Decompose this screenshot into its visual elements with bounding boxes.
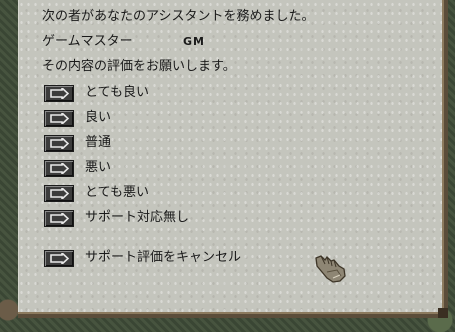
cancel-rating-button[interactable]: サポート評価をキャンセル <box>44 249 241 267</box>
option-label: 悪い <box>85 160 112 175</box>
arrow-right-icon[interactable] <box>44 184 74 202</box>
assistant-name: GM <box>183 35 205 48</box>
option-no-support[interactable]: サポート対応無し <box>44 209 189 227</box>
arrow-right-icon[interactable] <box>44 109 74 127</box>
arrow-right-icon[interactable] <box>44 159 74 177</box>
arrow-right-icon[interactable] <box>44 84 74 102</box>
arrow-right-icon[interactable] <box>44 209 74 227</box>
option-label: とても良い <box>85 85 149 100</box>
option-very-good[interactable]: とても良い <box>44 84 149 102</box>
cancel-label: サポート評価をキャンセル <box>85 250 242 265</box>
option-normal[interactable]: 普通 <box>44 134 111 152</box>
option-bad[interactable]: 悪い <box>44 159 111 177</box>
option-label: 普通 <box>85 135 112 150</box>
intro-text: 次の者があなたのアシスタントを務めました。 <box>42 9 315 24</box>
support-rating-dialog: 次の者があなたのアシスタントを務めました。 ゲームマスター GM その内容の評価… <box>18 0 448 318</box>
option-label: サポート対応無し <box>85 210 190 225</box>
option-label: とても悪い <box>85 185 149 200</box>
option-very-bad[interactable]: とても悪い <box>44 184 149 202</box>
arrow-right-icon[interactable] <box>44 249 74 267</box>
rating-prompt: その内容の評価をお願いします。 <box>42 59 236 74</box>
option-good[interactable]: 良い <box>44 109 111 127</box>
arrow-right-icon[interactable] <box>44 134 74 152</box>
assistant-label: ゲームマスター <box>42 34 133 49</box>
option-label: 良い <box>85 110 112 125</box>
gauntlet-cursor-icon <box>313 254 347 288</box>
